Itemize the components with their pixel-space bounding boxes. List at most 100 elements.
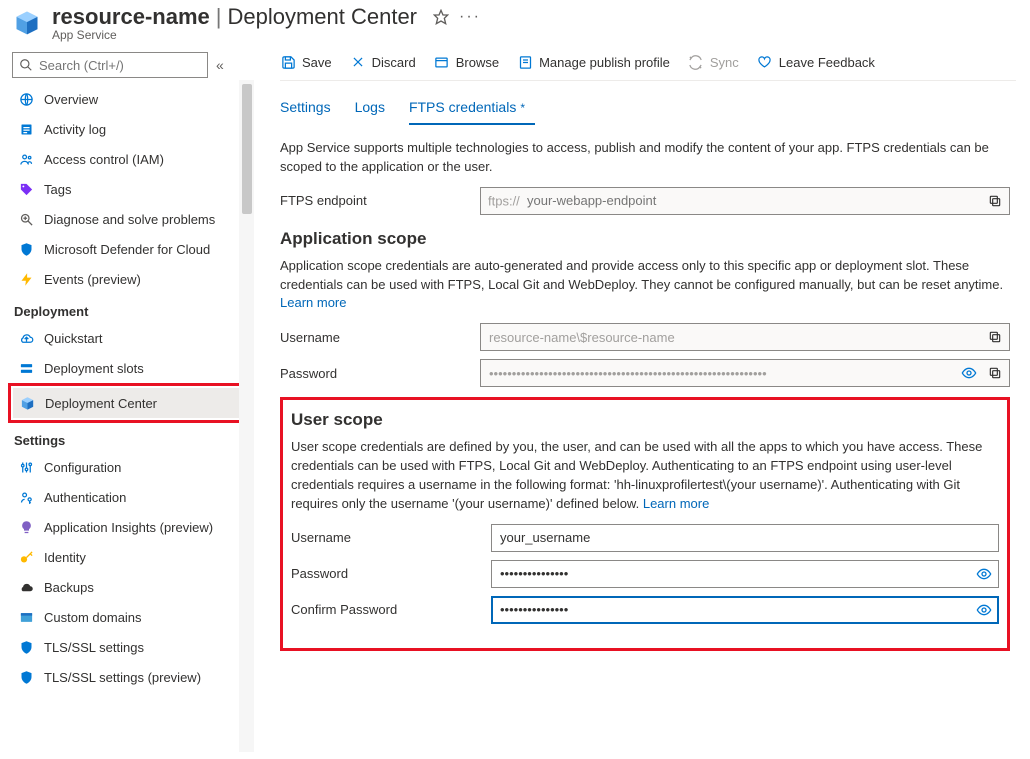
user-confirm-input[interactable] bbox=[491, 596, 999, 624]
feedback-button[interactable]: Leave Feedback bbox=[757, 54, 875, 70]
highlight-box-nav: Deployment Center bbox=[8, 383, 250, 423]
more-icon[interactable]: ··· bbox=[459, 8, 481, 26]
reveal-password-icon[interactable] bbox=[960, 364, 978, 382]
sync-button: Sync bbox=[688, 54, 739, 70]
ftps-endpoint-input[interactable] bbox=[480, 187, 1010, 215]
shield-icon bbox=[18, 241, 34, 257]
sidebar-item-configuration[interactable]: Configuration bbox=[12, 452, 254, 482]
browse-label: Browse bbox=[456, 55, 499, 70]
toolbar: Save Discard Browse Manage publish profi… bbox=[280, 48, 1016, 81]
app-username-input[interactable] bbox=[480, 323, 1010, 351]
user-password-label: Password bbox=[291, 566, 491, 581]
scrollbar-thumb[interactable] bbox=[242, 84, 252, 214]
tab-logs[interactable]: Logs bbox=[355, 95, 385, 125]
sidebar-item-quickstart[interactable]: Quickstart bbox=[12, 323, 254, 353]
nav-item-label: Quickstart bbox=[44, 331, 103, 346]
app-username-label: Username bbox=[280, 330, 480, 345]
cloud-icon bbox=[18, 579, 34, 595]
manage-profile-button[interactable]: Manage publish profile bbox=[517, 54, 670, 70]
access-icon bbox=[18, 151, 34, 167]
app-password-label: Password bbox=[280, 366, 480, 381]
sliders-icon bbox=[18, 459, 34, 475]
copy-endpoint-icon[interactable] bbox=[986, 192, 1004, 210]
reveal-user-password-icon[interactable] bbox=[975, 565, 993, 583]
save-button[interactable]: Save bbox=[280, 54, 332, 70]
sidebar-item-diagnose-and-solve-problems[interactable]: Diagnose and solve problems bbox=[12, 204, 254, 234]
save-label: Save bbox=[302, 55, 332, 70]
browse-button[interactable]: Browse bbox=[434, 54, 499, 70]
app-password-input[interactable] bbox=[480, 359, 1010, 387]
sidebar-item-identity[interactable]: Identity bbox=[12, 542, 254, 572]
title-separator: | bbox=[216, 4, 222, 30]
discard-button[interactable]: Discard bbox=[350, 54, 416, 70]
user-confirm-label: Confirm Password bbox=[291, 602, 491, 617]
bolt-icon bbox=[18, 271, 34, 287]
search-input[interactable] bbox=[39, 58, 201, 73]
intro-text: App Service supports multiple technologi… bbox=[280, 139, 1010, 177]
reveal-confirm-password-icon[interactable] bbox=[975, 601, 993, 619]
sidebar-item-events-preview-[interactable]: Events (preview) bbox=[12, 264, 254, 294]
nav-item-label: Events (preview) bbox=[44, 272, 141, 287]
person-key-icon bbox=[18, 489, 34, 505]
nav-item-label: Deployment Center bbox=[45, 396, 157, 411]
nav-item-label: Diagnose and solve problems bbox=[44, 212, 215, 227]
collapse-sidebar-icon[interactable]: « bbox=[216, 57, 224, 73]
sidebar-item-tls-ssl-settings[interactable]: TLS/SSL settings bbox=[12, 632, 254, 662]
user-scope-highlight-box: User scope User scope credentials are de… bbox=[280, 397, 1010, 650]
favorite-star-icon[interactable] bbox=[433, 9, 449, 25]
sidebar-item-application-insights-preview-[interactable]: Application Insights (preview) bbox=[12, 512, 254, 542]
user-username-input[interactable] bbox=[491, 524, 999, 552]
shield-icon bbox=[18, 669, 34, 685]
nav-item-label: Identity bbox=[44, 550, 86, 565]
service-type-label: App Service bbox=[52, 28, 481, 42]
sidebar-item-custom-domains[interactable]: Custom domains bbox=[12, 602, 254, 632]
slots-icon bbox=[18, 360, 34, 376]
sidebar-item-tls-ssl-settings-preview-[interactable]: TLS/SSL settings (preview) bbox=[12, 662, 254, 692]
sync-icon bbox=[688, 54, 704, 70]
sidebar-item-authentication[interactable]: Authentication bbox=[12, 482, 254, 512]
sidebar: « Overview Activity log Access control (IA… bbox=[0, 48, 254, 752]
browse-icon bbox=[434, 54, 450, 70]
user-scope-text: User scope credentials are defined by yo… bbox=[291, 438, 999, 513]
sidebar-item-backups[interactable]: Backups bbox=[12, 572, 254, 602]
page-header: resource-name | Deployment Center ··· Ap… bbox=[0, 0, 1030, 42]
diagnose-icon bbox=[18, 211, 34, 227]
copy-password-icon[interactable] bbox=[986, 364, 1004, 382]
sidebar-item-activity-log[interactable]: Activity log bbox=[12, 114, 254, 144]
nav-item-label: Authentication bbox=[44, 490, 126, 505]
search-icon bbox=[19, 58, 33, 72]
tab-settings[interactable]: Settings bbox=[280, 95, 331, 125]
sidebar-item-access-control-iam-[interactable]: Access control (IAM) bbox=[12, 144, 254, 174]
learn-more-link-app[interactable]: Learn more bbox=[280, 295, 346, 310]
discard-icon bbox=[350, 54, 366, 70]
nav-item-label: TLS/SSL settings bbox=[44, 640, 144, 655]
learn-more-link-user[interactable]: Learn more bbox=[643, 496, 709, 511]
content: Save Discard Browse Manage publish profi… bbox=[254, 48, 1030, 752]
manage-profile-icon bbox=[517, 54, 533, 70]
tag-icon bbox=[18, 181, 34, 197]
sidebar-item-deployment-center[interactable]: Deployment Center bbox=[13, 388, 245, 418]
copy-username-icon[interactable] bbox=[986, 328, 1004, 346]
sidebar-item-microsoft-defender-for-cloud[interactable]: Microsoft Defender for Cloud bbox=[12, 234, 254, 264]
sidebar-item-tags[interactable]: Tags bbox=[12, 174, 254, 204]
nav-item-label: Backups bbox=[44, 580, 94, 595]
key-icon bbox=[18, 549, 34, 565]
nav-item-label: Microsoft Defender for Cloud bbox=[44, 242, 210, 257]
sidebar-item-deployment-slots[interactable]: Deployment slots bbox=[12, 353, 254, 383]
cube-icon bbox=[19, 395, 35, 411]
save-icon bbox=[280, 54, 296, 70]
sidebar-scrollbar[interactable] bbox=[239, 80, 254, 752]
nav-item-label: TLS/SSL settings (preview) bbox=[44, 670, 201, 685]
sidebar-item-overview[interactable]: Overview bbox=[12, 84, 254, 114]
dirty-indicator-icon: * bbox=[520, 101, 525, 115]
manage-profile-label: Manage publish profile bbox=[539, 55, 670, 70]
search-box[interactable] bbox=[12, 52, 208, 78]
page-title: Deployment Center bbox=[227, 4, 417, 30]
user-password-input[interactable] bbox=[491, 560, 999, 588]
tabs: Settings Logs FTPS credentials* bbox=[274, 81, 1016, 125]
feedback-label: Leave Feedback bbox=[779, 55, 875, 70]
cloud-up-icon bbox=[18, 330, 34, 346]
tab-ftps-credentials[interactable]: FTPS credentials* bbox=[409, 95, 525, 125]
nav-item-label: Access control (IAM) bbox=[44, 152, 164, 167]
nav-item-label: Overview bbox=[44, 92, 98, 107]
